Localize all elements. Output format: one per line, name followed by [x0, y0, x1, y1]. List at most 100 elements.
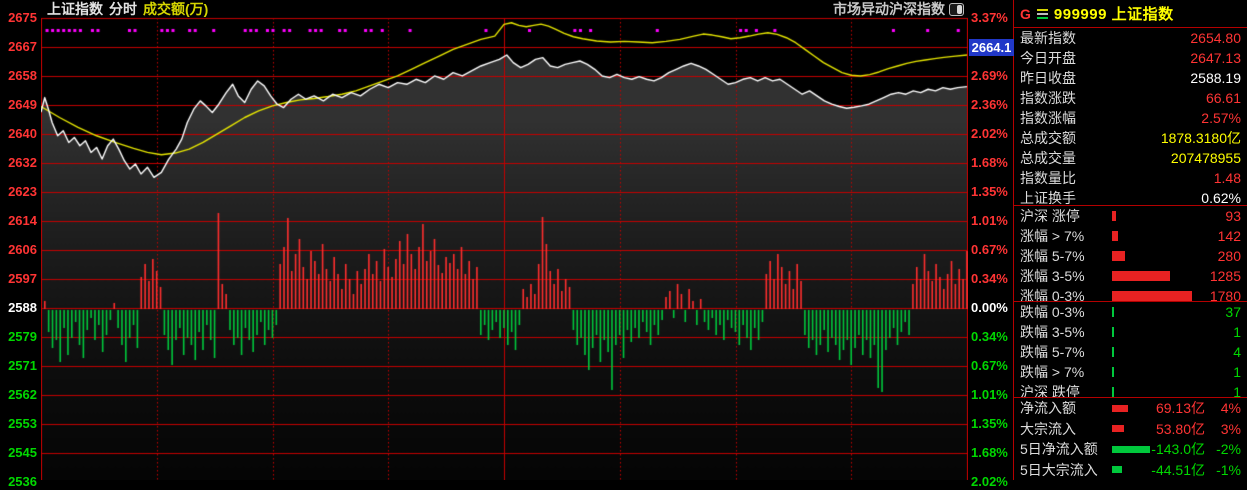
- count-bar-track: [1112, 206, 1196, 226]
- count-value: 1: [1233, 324, 1241, 340]
- flow-value: -44.51亿: [1151, 460, 1205, 480]
- flow-value: 53.80亿: [1156, 419, 1205, 439]
- stat-label: 最新指数: [1020, 28, 1076, 48]
- count-bar: [1112, 211, 1116, 221]
- panel-row: 跌幅 3-5%1: [1014, 322, 1247, 342]
- money-flow-section: 净流入额69.13亿4%大宗流入53.80亿3%5日净流入额-143.0亿-2%…: [1014, 397, 1247, 480]
- price-axis-label: 2562: [0, 387, 37, 403]
- price-axis-label: 2632: [0, 155, 37, 171]
- stat-value: 207478955: [1171, 150, 1241, 166]
- stat-label: 指数涨跌: [1020, 88, 1076, 108]
- price-axis-label: 2588: [0, 300, 37, 316]
- flow-value: 69.13亿: [1156, 398, 1205, 418]
- percent-axis-label: 0.00%: [971, 300, 1013, 316]
- percent-axis-label: 1.01%: [971, 213, 1013, 229]
- advancers-section: 沪深 涨停93涨幅 > 7%142涨幅 5-7%280涨幅 3-5%1285涨幅…: [1014, 205, 1247, 301]
- stat-value: 2588.19: [1190, 70, 1241, 86]
- stat-value: 66.61: [1206, 90, 1241, 106]
- count-bar-track: [1112, 266, 1196, 286]
- quote-panel: G 999999 上证指数 最新指数 2654.80 今日开盘 2647.13 昨日收盘…: [1013, 0, 1247, 480]
- count-bar-track: [1112, 246, 1196, 266]
- panel-row: 沪深 涨停93: [1014, 206, 1247, 226]
- count-bar: [1112, 327, 1114, 337]
- percent-axis-label: 3.37%: [971, 10, 1013, 26]
- stat-label: 总成交量: [1020, 148, 1076, 168]
- price-axis-label: 2553: [0, 416, 37, 432]
- price-axis-label: 2606: [0, 242, 37, 258]
- price-axis-label: 2571: [0, 358, 37, 374]
- stat-label: 总成交额: [1020, 128, 1076, 148]
- count-bar-track: [1112, 342, 1196, 362]
- price-axis-label: 2640: [0, 126, 37, 142]
- count-value: 37: [1225, 304, 1241, 320]
- count-bar-track: [1112, 226, 1196, 246]
- count-value: 1: [1233, 364, 1241, 380]
- range-label: 跌幅 0-3%: [1020, 302, 1108, 322]
- percent-axis-label: 0.67%: [971, 242, 1013, 258]
- count-bar-track: [1112, 322, 1196, 342]
- index-name-label: 上证指数: [47, 0, 103, 19]
- percent-axis-label: 1.35%: [971, 184, 1013, 200]
- panel-row: 跌幅 > 7% 1: [1014, 362, 1247, 382]
- price-axis-label: 2545: [0, 445, 37, 461]
- panel-row: 涨幅 > 7% 142: [1014, 226, 1247, 246]
- price-axis-label: 2579: [0, 329, 37, 345]
- percent-axis-label: 1.35%: [971, 416, 1013, 432]
- price-axis-label: 2667: [0, 39, 37, 55]
- flow-label: 净流入额: [1020, 398, 1110, 418]
- range-label: 跌幅 > 7%: [1020, 362, 1108, 382]
- intraday-chart-canvas[interactable]: [41, 0, 968, 480]
- price-axis-label: 2658: [0, 68, 37, 84]
- price-axis-label: 2597: [0, 271, 37, 287]
- count-bar-track: [1112, 302, 1196, 322]
- price-axis-label: 2649: [0, 97, 37, 113]
- flow-bar: [1112, 425, 1124, 432]
- flow-label: 5日大宗流入: [1020, 460, 1110, 480]
- volume-unit-label: 成交额(万): [143, 0, 208, 19]
- flow-percent: -2%: [1205, 441, 1241, 457]
- percent-axis-label: 1.68%: [971, 155, 1013, 171]
- stat-value: 2647.13: [1190, 50, 1241, 66]
- price-axis-label: 2623: [0, 184, 37, 200]
- flow-label: 大宗流入: [1020, 419, 1110, 439]
- flow-percent: -1%: [1205, 462, 1241, 478]
- panel-row: 涨幅 5-7%280: [1014, 246, 1247, 266]
- levels-icon: [1037, 9, 1048, 19]
- stat-value: 1.48: [1214, 170, 1241, 186]
- percent-axis-label: 1.68%: [971, 445, 1013, 461]
- chart-mode-label[interactable]: 分时: [109, 0, 137, 19]
- stat-value: 0.62%: [1201, 190, 1241, 206]
- market-panel-toggle[interactable]: 市场异动沪深指数: [833, 0, 964, 19]
- quote-panel-header[interactable]: G 999999 上证指数: [1014, 0, 1247, 28]
- count-value: 1285: [1210, 268, 1241, 284]
- count-value: 142: [1218, 228, 1241, 244]
- panel-row: 指数涨幅2.57%: [1014, 108, 1247, 128]
- range-label: 涨幅 3-5%: [1020, 266, 1108, 286]
- panel-row: 跌幅 0-3% 37: [1014, 302, 1247, 322]
- panel-row: 跌幅 5-7%4: [1014, 342, 1247, 362]
- panel-row: 指数量比1.48: [1014, 168, 1247, 188]
- panel-collapse-icon[interactable]: [949, 3, 964, 16]
- flow-bar: [1112, 466, 1122, 473]
- flag-g-label: G: [1020, 6, 1031, 22]
- stat-label: 昨日收盘: [1020, 68, 1076, 88]
- flow-bar: [1112, 405, 1128, 412]
- range-label: 涨幅 > 7%: [1020, 226, 1108, 246]
- percent-axis-label: 1.01%: [971, 387, 1013, 403]
- panel-row: 昨日收盘 2588.19: [1014, 68, 1247, 88]
- stat-value: 2654.80: [1190, 30, 1241, 46]
- index-stats-section: 最新指数 2654.80 今日开盘 2647.13 昨日收盘 2588.19 指数涨跌 66.…: [1014, 28, 1247, 205]
- price-axis-label: 2536: [0, 474, 37, 490]
- panel-row: 大宗流入53.80亿3%: [1014, 419, 1247, 440]
- panel-row: 涨幅 3-5% 1285: [1014, 266, 1247, 286]
- stat-label: 今日开盘: [1020, 48, 1076, 68]
- percent-axis-label: 0.34%: [971, 329, 1013, 345]
- panel-row: 净流入额69.13亿4%: [1014, 398, 1247, 419]
- panel-row: 指数涨跌 66.61: [1014, 88, 1247, 108]
- stock-app-window: { "title_bar": { "index_name": "上证指数", "…: [0, 0, 1247, 480]
- range-label: 跌幅 5-7%: [1020, 342, 1108, 362]
- index-code-name: 999999 上证指数: [1054, 3, 1174, 24]
- percent-axis-label: 2.69%: [971, 68, 1013, 84]
- stat-value: 2.57%: [1201, 110, 1241, 126]
- percent-axis-label: 2.02%: [971, 126, 1013, 142]
